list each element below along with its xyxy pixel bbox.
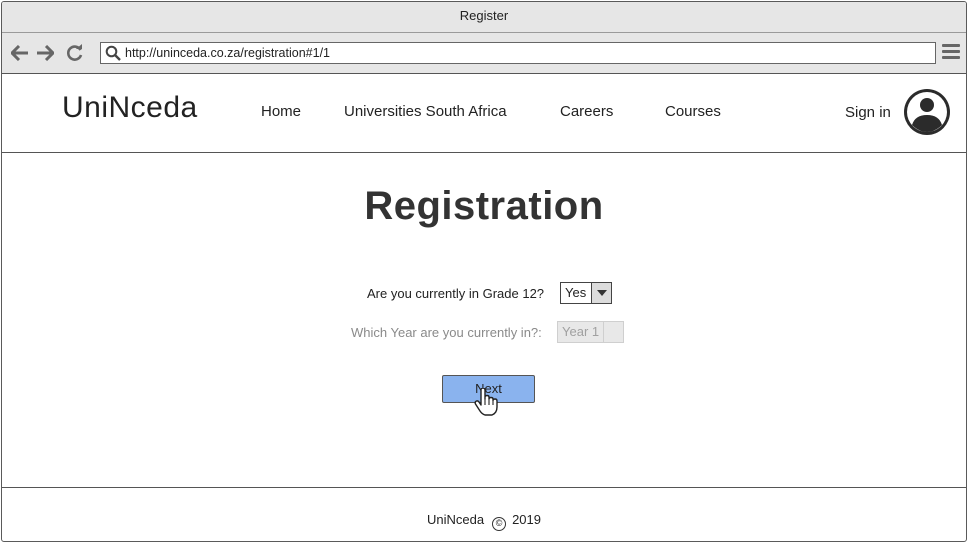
window-title: Register xyxy=(459,8,509,23)
hamburger-menu-icon[interactable] xyxy=(942,44,960,62)
back-button[interactable] xyxy=(10,43,30,63)
address-bar[interactable]: http://uninceda.co.za/registration#1/1 xyxy=(100,42,936,64)
search-icon xyxy=(101,43,125,63)
copyright-icon: © xyxy=(492,517,507,531)
site-logo[interactable]: UniNceda xyxy=(62,91,198,125)
grade-12-question-label: Are you currently in Grade 12? xyxy=(367,286,545,301)
nav-home[interactable]: Home xyxy=(261,103,301,120)
current-year-question-label: Which Year are you currently in?: xyxy=(351,325,542,340)
site-footer: UniNceda © 2019 xyxy=(2,487,966,541)
url-text[interactable]: http://uninceda.co.za/registration#1/1 xyxy=(125,46,330,60)
site-header: UniNceda Home Universities South Africa … xyxy=(2,74,966,153)
browser-toolbar: http://uninceda.co.za/registration#1/1 xyxy=(2,33,966,74)
page-title: Registration xyxy=(364,184,604,228)
grade-12-select-value: Yes xyxy=(565,285,587,300)
reload-icon xyxy=(67,44,83,61)
footer-copyright: UniNceda © 2019 xyxy=(2,512,966,531)
arrow-left-icon xyxy=(11,45,28,61)
reload-button[interactable] xyxy=(65,43,85,63)
nav-courses[interactable]: Courses xyxy=(665,103,721,120)
footer-brand: UniNceda xyxy=(426,512,485,527)
footer-year: 2019 xyxy=(512,512,541,527)
forward-button[interactable] xyxy=(35,43,55,63)
nav-careers[interactable]: Careers xyxy=(560,103,613,120)
arrow-right-icon xyxy=(37,45,54,61)
sign-in-link[interactable]: Sign in xyxy=(845,104,891,121)
chevron-down-icon xyxy=(591,283,611,303)
nav-universities-south-africa[interactable]: Universities South Africa xyxy=(344,103,507,120)
user-avatar-icon[interactable] xyxy=(903,88,951,136)
grade-12-select[interactable]: Yes xyxy=(560,282,612,304)
chevron-down-icon-disabled xyxy=(603,322,623,342)
window-titlebar: Register xyxy=(2,2,966,33)
current-year-select-value: Year 1 xyxy=(562,324,600,339)
current-year-select: Year 1 xyxy=(557,321,624,343)
browser-window: Register http://uninceda.co.za/registrat… xyxy=(1,1,967,542)
next-button[interactable]: Next xyxy=(442,375,535,403)
